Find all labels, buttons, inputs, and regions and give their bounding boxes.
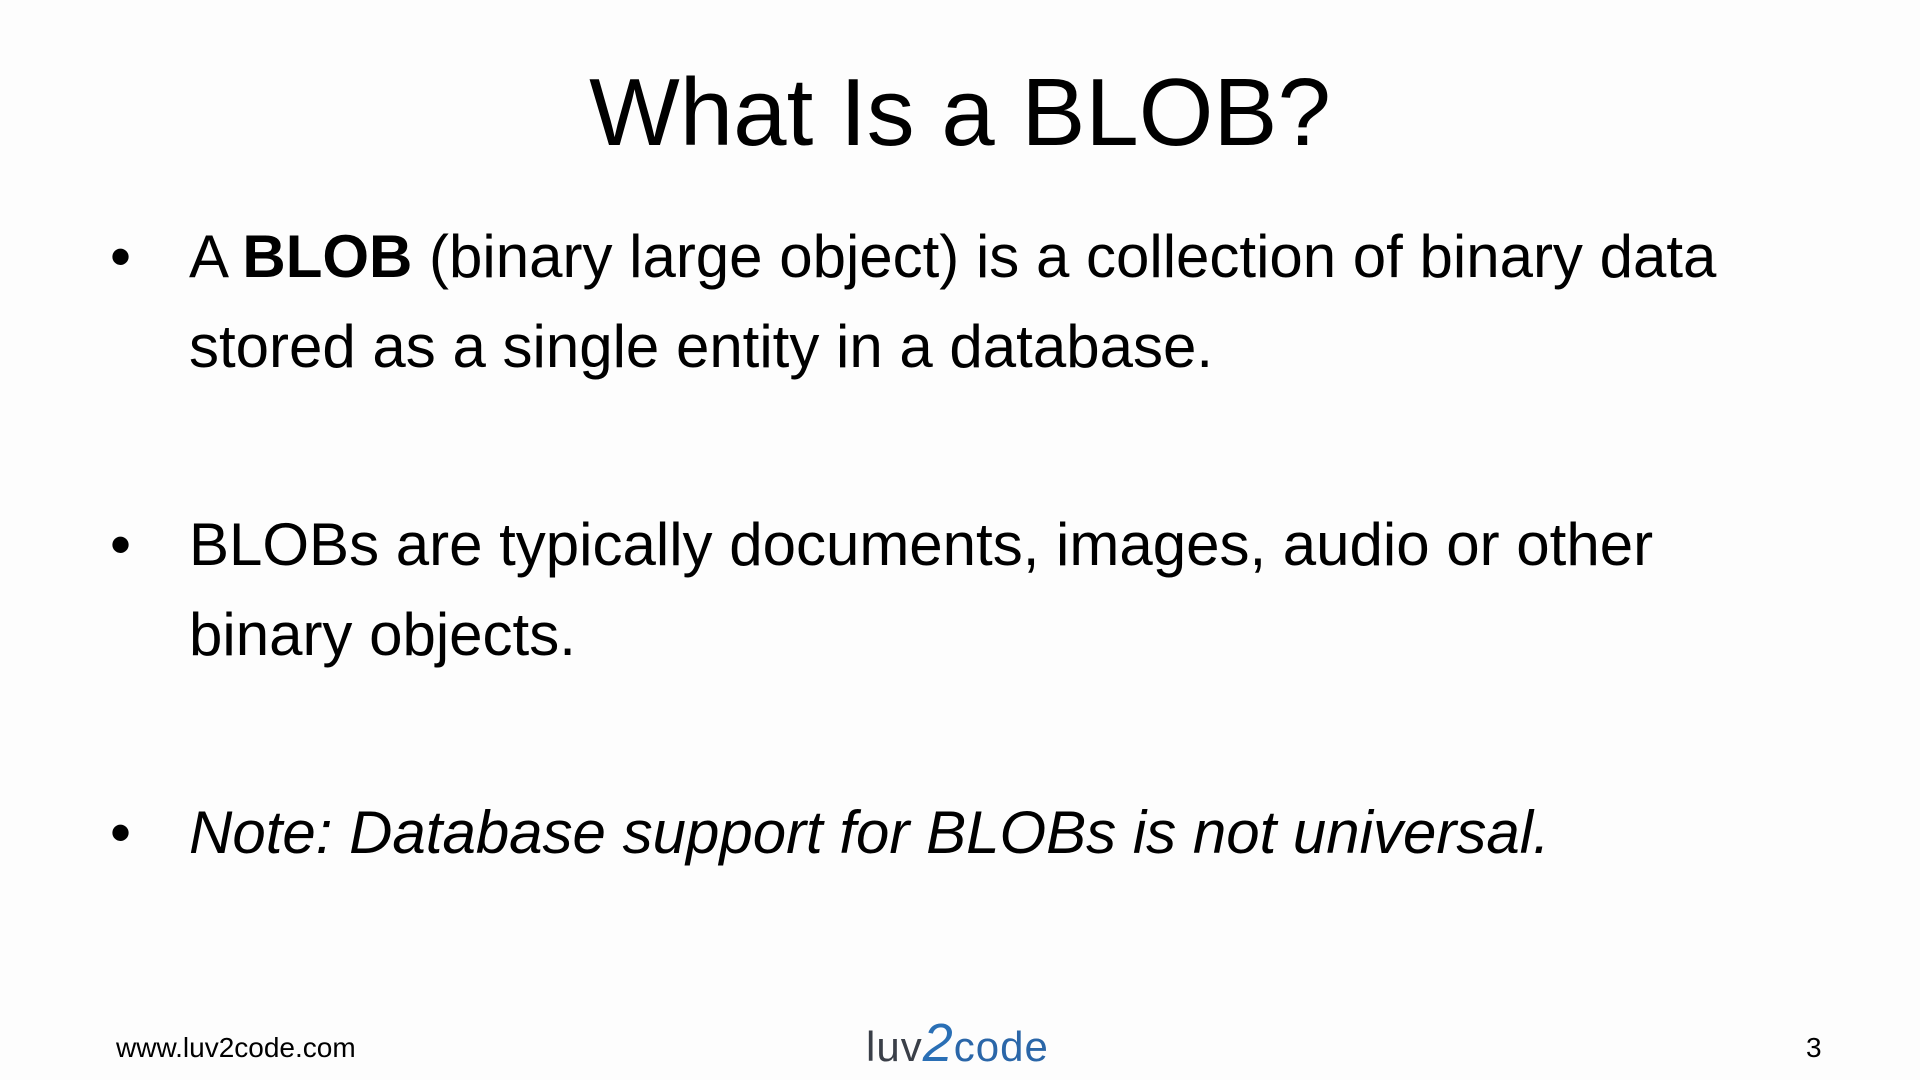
logo-text: 2 xyxy=(922,1013,954,1073)
bullet-icon: • xyxy=(110,511,132,578)
bullet-item: • Note: Database support for BLOBs is no… xyxy=(110,788,1810,878)
bullet-icon: • xyxy=(110,223,132,290)
bullet-bold-term: BLOB xyxy=(242,223,413,290)
bullet-text: A xyxy=(189,223,243,290)
bullet-text: BLOBs are typically documents, images, a… xyxy=(189,511,1654,668)
bullet-list: • A BLOB (binary large object) is a coll… xyxy=(110,212,1810,986)
bullet-item: • BLOBs are typically documents, images,… xyxy=(110,500,1810,680)
logo-text: luv xyxy=(866,1023,923,1070)
page-number: 3 xyxy=(1806,1032,1822,1063)
footer-url: www.luv2code.com xyxy=(116,1032,356,1063)
bullet-icon: • xyxy=(110,799,132,866)
logo-text: code xyxy=(953,1023,1049,1070)
bullet-item: • A BLOB (binary large object) is a coll… xyxy=(110,212,1810,392)
slide-title: What Is a BLOB? xyxy=(589,59,1331,166)
luv2code-logo: luv2code xyxy=(866,1012,1049,1074)
bullet-text: (binary large object) is a collection of… xyxy=(189,223,1717,380)
bullet-text: Note: Database support for BLOBs is not … xyxy=(189,799,1550,866)
